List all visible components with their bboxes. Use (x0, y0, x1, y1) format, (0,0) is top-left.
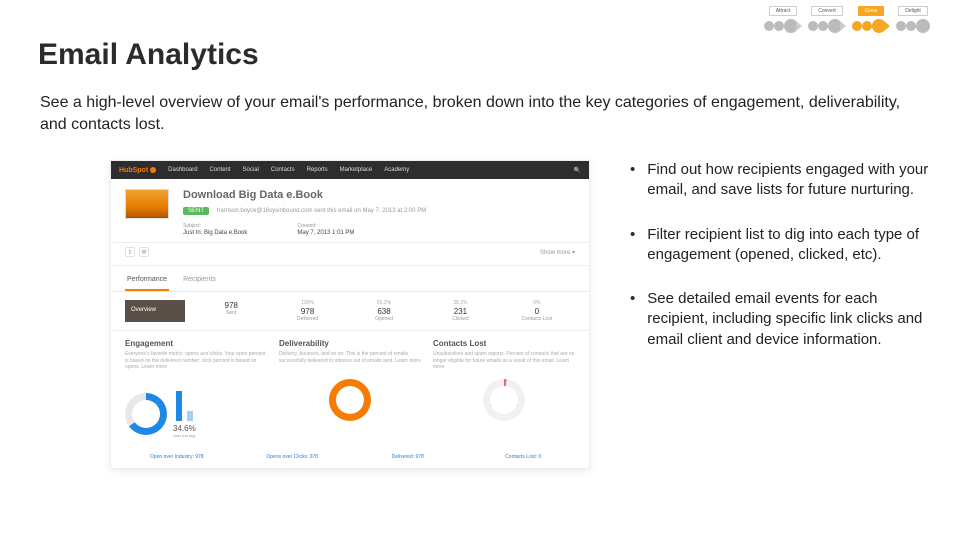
bullet-list: •Find out how recipients engaged with yo… (630, 160, 930, 374)
export-icon[interactable]: ⇪ (125, 247, 135, 257)
created-label: Created: (297, 223, 354, 229)
search-icon[interactable]: 🔍 (574, 167, 581, 174)
metric-sent: 978Sent (193, 300, 269, 322)
sent-line: harrison.boyce@16sysinbound.com sent thi… (217, 208, 426, 214)
caption: Opens over Clicks: 978 (241, 454, 345, 460)
bullet-item: •Filter recipient list to dig into each … (630, 225, 930, 266)
caption: Open over Industry: 978 (125, 454, 229, 460)
metric-opened: 65.2%638Opened (346, 300, 422, 322)
detail-panels: Engagement Everyone's favorite metric: o… (111, 331, 589, 448)
tab-performance[interactable]: Performance (125, 272, 169, 291)
bullet-item: •See detailed email events for each reci… (630, 289, 930, 350)
nav-item[interactable]: Academy (384, 167, 409, 173)
funnel-diagram: Attract Convert Close Delight (764, 6, 930, 33)
tabs: Performance Recipients (111, 266, 589, 292)
overview-label: Overview (125, 300, 185, 322)
subject-value: Just In: Big Data e.Book (183, 230, 247, 236)
caption: Contacts Lost: 0 (472, 454, 576, 460)
email-thumbnail (125, 189, 169, 219)
caption: Delivered: 978 (356, 454, 460, 460)
open-ring-icon: 65.2%Opened 638 (125, 393, 167, 435)
nav-item[interactable]: Content (210, 167, 231, 173)
slide-intro: See a high-level overview of your email'… (40, 92, 910, 137)
created-value: May 7, 2013 1:01 PM (297, 230, 354, 236)
metric-contacts-lost: 0%0Contacts Lost (499, 300, 575, 322)
hubspot-logo: HubSpot (119, 167, 156, 174)
metric-clicked: 38.3%231Clicked (422, 300, 498, 322)
tab-recipients[interactable]: Recipients (181, 272, 218, 291)
app-top-nav: HubSpot Dashboard Content Social Contact… (111, 161, 589, 179)
funnel-step-convert: Convert (811, 6, 843, 16)
status-badge: SENT (183, 207, 209, 215)
bar-chart-icon (173, 379, 196, 421)
subject-label: Subject: (183, 223, 247, 229)
panel-contacts-lost: Contacts Lost Unsubscribes and spam repo… (433, 339, 575, 438)
analytics-screenshot: HubSpot Dashboard Content Social Contact… (110, 160, 590, 469)
metric-delivered: 100%978Delivered (269, 300, 345, 322)
nav-item[interactable]: Dashboard (168, 167, 197, 173)
panel-engagement: Engagement Everyone's favorite metric: o… (125, 339, 267, 438)
nav-item[interactable]: Contacts (271, 167, 295, 173)
bullet-item: •Find out how recipients engaged with yo… (630, 160, 930, 201)
show-more-link[interactable]: Show more ▾ (540, 249, 575, 256)
email-title: Download Big Data e.Book (183, 189, 575, 201)
nav-item[interactable]: Marketplace (340, 167, 373, 173)
overview-row: Overview 978Sent 100%978Delivered 65.2%6… (111, 292, 589, 331)
deliver-ring-icon: 100%Delivered 978 (329, 379, 371, 421)
funnel-step-close: Close (858, 6, 885, 16)
panel-deliverability: Deliverability Delivery, bounces, and so… (279, 339, 421, 438)
nav-item[interactable]: Social (243, 167, 259, 173)
email-icon[interactable]: ✉ (139, 247, 149, 257)
email-header-card: Download Big Data e.Book SENT harrison.b… (111, 179, 589, 243)
funnel-step-attract: Attract (769, 6, 797, 16)
lost-ring-icon: 0%Contacts Lost 0 (483, 379, 525, 421)
nav-item[interactable]: Reports (307, 167, 328, 173)
funnel-step-delight: Delight (898, 6, 928, 16)
slide-title: Email Analytics (38, 38, 259, 72)
